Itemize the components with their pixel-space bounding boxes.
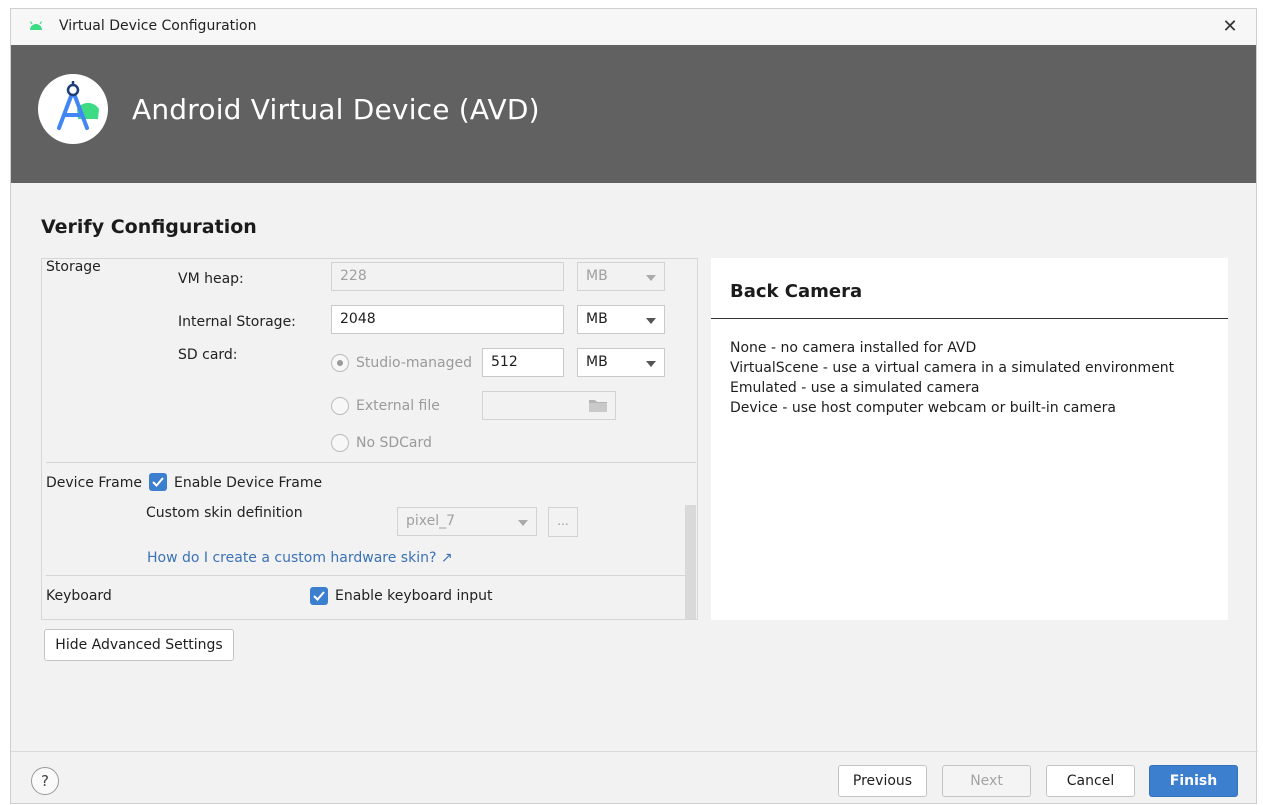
title-bar: Virtual Device Configuration ✕ [11,9,1256,45]
window-title: Virtual Device Configuration [59,18,257,34]
vm-heap-label: VM heap: [178,271,244,287]
section-divider [46,462,696,463]
external-file-label: External file [356,398,440,414]
studio-managed-radio[interactable] [331,354,349,372]
external-file-radio[interactable] [331,397,349,415]
chevron-down-icon [646,318,656,324]
internal-storage-label: Internal Storage: [178,314,296,330]
folder-icon[interactable] [589,399,607,412]
internal-storage-unit-value: MB [586,311,608,327]
banner-title: Android Virtual Device (AVD) [132,93,540,126]
custom-skin-value: pixel_7 [406,513,456,529]
info-line: Emulated - use a simulated camera [730,380,980,396]
external-file-field [482,391,616,420]
cancel-button[interactable]: Cancel [1046,765,1135,797]
custom-skin-help-link[interactable]: How do I create a custom hardware skin? … [147,550,453,566]
enable-keyboard-checkbox[interactable] [310,587,328,605]
section-divider [46,575,696,576]
info-line: VirtualScene - use a virtual camera in a… [730,360,1175,376]
device-frame-group-label: Device Frame [46,475,142,491]
page-title: Verify Configuration [41,216,257,238]
radio-selected-dot [337,360,343,366]
browse-skin-button: ... [548,507,578,537]
vm-heap-unit-value: MB [586,268,608,284]
internal-storage-field[interactable]: 2048 [331,305,564,334]
sd-size-field[interactable]: 512 [482,348,564,377]
info-line: None - no camera installed for AVD [730,340,977,356]
chevron-down-icon [646,275,656,281]
footer-divider [11,751,1258,752]
close-icon: ✕ [1222,16,1238,37]
enable-device-frame-label: Enable Device Frame [174,475,323,491]
info-panel-rule [711,318,1228,319]
help-icon: ? [41,772,49,790]
info-panel: Back Camera None - no camera installed f… [711,258,1228,620]
scrollbar-thumb[interactable] [685,505,696,619]
sd-size-unit-value: MB [586,354,608,370]
storage-group-label: Storage [46,259,101,275]
checkmark-icon [313,591,325,601]
next-button: Next [942,765,1031,797]
internal-storage-unit-select[interactable]: MB [577,305,665,334]
virtual-device-configuration-window: Virtual Device Configuration ✕ Android V… [10,8,1258,804]
info-panel-title: Back Camera [730,281,863,302]
finish-button[interactable]: Finish [1149,765,1238,797]
chevron-down-icon [518,520,528,526]
sd-card-label: SD card: [178,347,238,363]
help-button[interactable]: ? [31,767,59,795]
hide-advanced-settings-button[interactable]: Hide Advanced Settings [44,629,234,661]
custom-skin-select: pixel_7 [397,507,537,536]
studio-managed-label: Studio-managed [356,355,472,371]
keyboard-group-label: Keyboard [46,588,112,604]
enable-device-frame-checkbox[interactable] [149,473,167,491]
no-sdcard-label: No SDCard [356,435,432,451]
custom-skin-label: Custom skin definition [146,505,303,521]
info-line: Device - use host computer webcam or bui… [730,400,1116,416]
header-banner: Android Virtual Device (AVD) [11,45,1256,183]
vm-heap-unit-select: MB [577,262,665,291]
android-head-icon [29,21,43,30]
enable-keyboard-label: Enable keyboard input [335,588,493,604]
sd-size-unit-select[interactable]: MB [577,348,665,377]
checkmark-icon [152,477,164,487]
chevron-down-icon [646,361,656,367]
android-studio-logo-icon [38,74,108,144]
no-sdcard-radio[interactable] [331,434,349,452]
vm-heap-field: 228 [331,262,564,291]
close-button[interactable]: ✕ [1218,15,1242,39]
advanced-settings-panel[interactable]: Storage VM heap: 228 MB Internal Storage… [41,258,698,620]
previous-button[interactable]: Previous [838,765,927,797]
